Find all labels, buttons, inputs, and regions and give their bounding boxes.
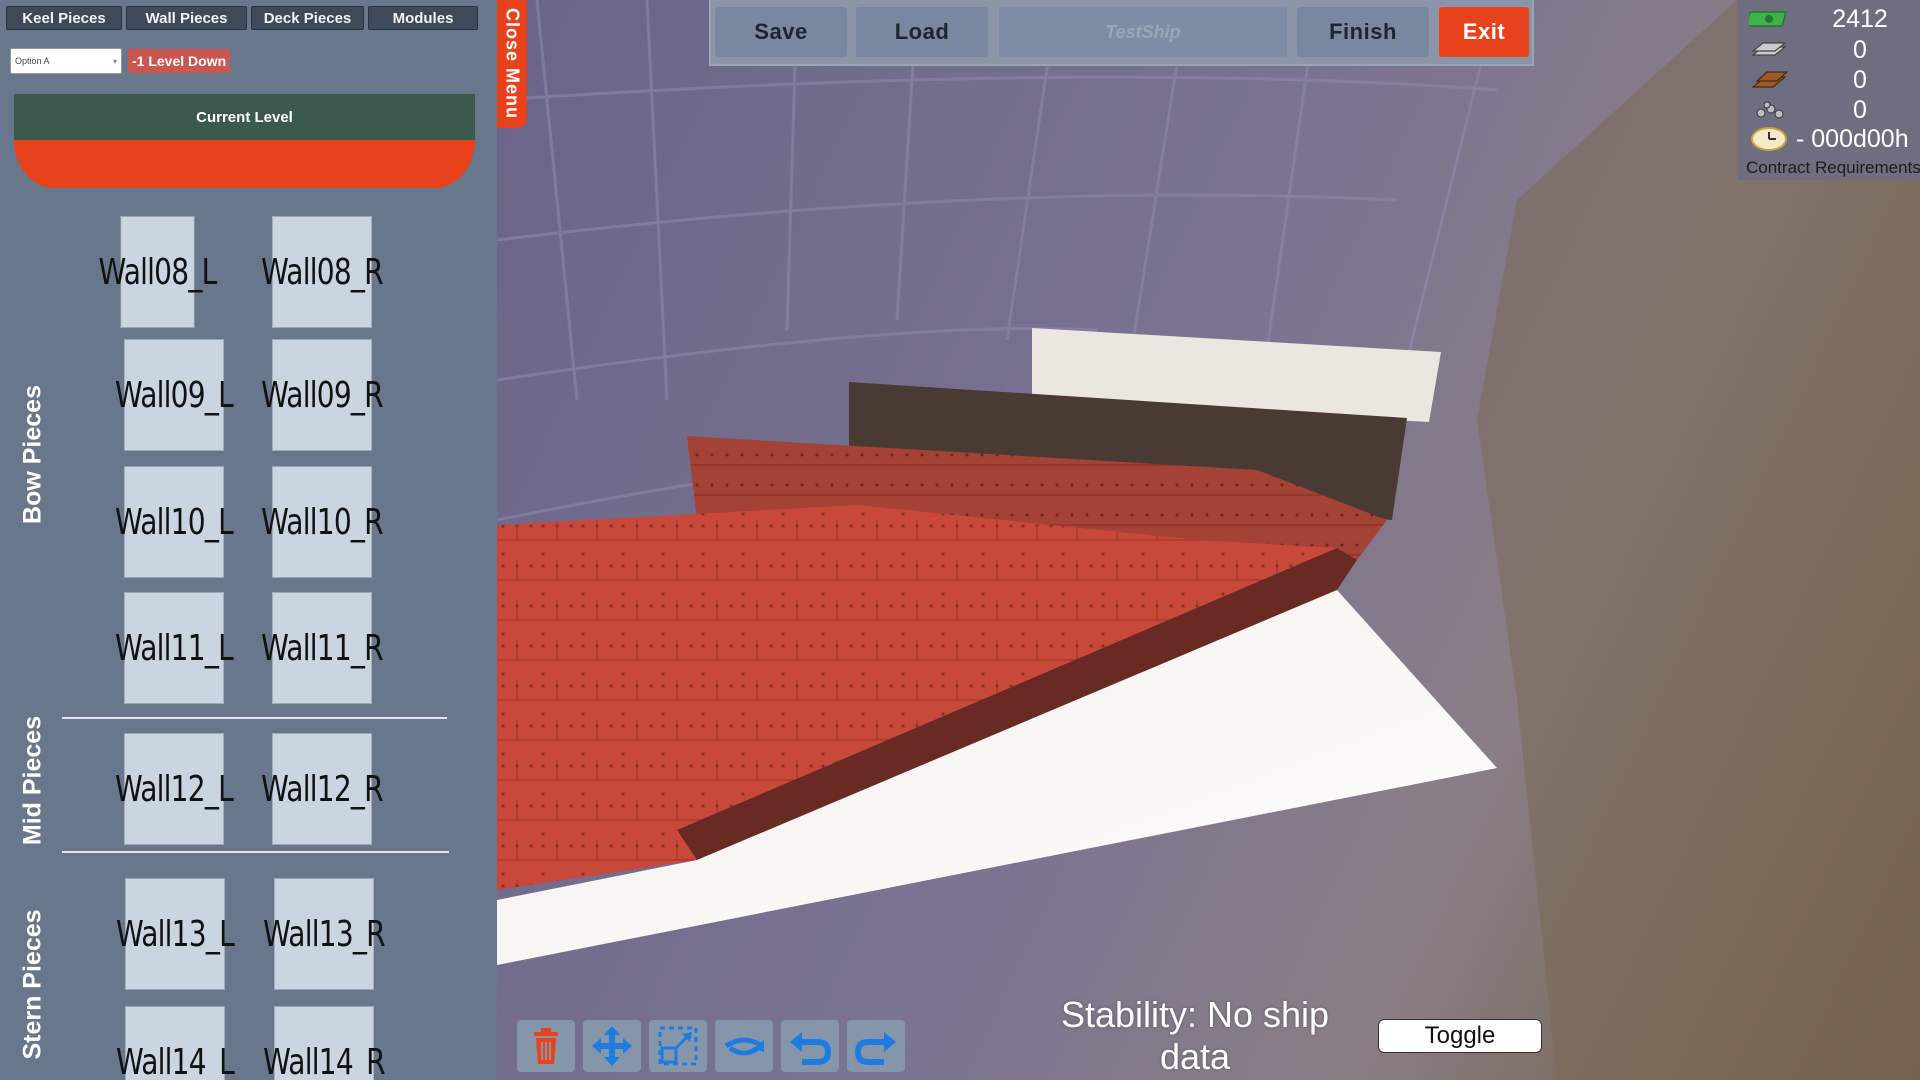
- piece-label: Wall11_R: [261, 627, 384, 669]
- toggle-button[interactable]: Toggle: [1378, 1019, 1542, 1053]
- money-icon: [1748, 7, 1790, 31]
- top-toolbar: Save Load TestShip Finish Exit: [709, 0, 1534, 66]
- resource-steel-plates: 0: [1738, 35, 1920, 65]
- piece-label: Wall09_L: [115, 374, 234, 416]
- move-icon: [592, 1026, 632, 1066]
- piece-button[interactable]: Wall12_L: [115, 733, 234, 845]
- close-menu-button[interactable]: Close Menu: [497, 0, 527, 128]
- piece-button[interactable]: Wall08_L: [99, 216, 217, 328]
- clock-icon: [1748, 127, 1790, 151]
- section-label-bow: Bow Pieces: [18, 385, 47, 524]
- save-button[interactable]: Save: [715, 7, 847, 57]
- rivets-icon: [1748, 98, 1790, 122]
- piece-label: Wall08_L: [98, 251, 218, 293]
- tab-modules[interactable]: Modules: [368, 6, 478, 30]
- piece-label: Wall12_R: [261, 768, 384, 810]
- ship-name-input[interactable]: TestShip: [999, 7, 1287, 57]
- piece-label: Wall11_L: [115, 627, 234, 669]
- undo-icon: [790, 1032, 832, 1065]
- stability-status: Stability: No ship data: [1060, 994, 1330, 1077]
- tab-deck-pieces[interactable]: Deck Pieces: [251, 6, 364, 30]
- move-tool-button[interactable]: [583, 1020, 641, 1072]
- resource-time: - 000d00h: [1738, 124, 1920, 154]
- redo-button[interactable]: [847, 1020, 905, 1072]
- level-select[interactable]: Option A ▾: [10, 48, 122, 74]
- rotate-icon: [724, 1037, 764, 1056]
- piece-label: Wall14_R: [263, 1041, 386, 1080]
- scale-tool-button[interactable]: [649, 1020, 707, 1072]
- wood-planks-icon: [1748, 68, 1790, 92]
- redo-icon: [854, 1032, 896, 1065]
- piece-button[interactable]: Wall10_L: [115, 466, 234, 578]
- rotate-tool-button[interactable]: [715, 1020, 773, 1072]
- piece-button[interactable]: Wall10_R: [261, 466, 384, 578]
- undo-button[interactable]: [781, 1020, 839, 1072]
- piece-label: Wall12_L: [115, 768, 234, 810]
- money-value: 2412: [1832, 4, 1888, 33]
- finish-button[interactable]: Finish: [1297, 7, 1429, 57]
- resources-panel: 2412 0 0 0 - 000d00h Contract Requiremen…: [1738, 0, 1920, 180]
- close-menu-label: Close Menu: [502, 8, 523, 120]
- piece-button[interactable]: Wall09_L: [115, 339, 234, 451]
- piece-category-tabs: Keel Pieces Wall Pieces Deck Pieces Modu…: [6, 6, 492, 30]
- level-select-value: Option A: [15, 56, 50, 66]
- piece-label: Wall13_R: [263, 913, 386, 955]
- tab-wall-pieces[interactable]: Wall Pieces: [126, 6, 247, 30]
- piece-label: Wall09_R: [261, 374, 384, 416]
- section-divider: [62, 717, 447, 719]
- chevron-down-icon: ▾: [112, 56, 117, 66]
- piece-button[interactable]: Wall14_L: [116, 1006, 235, 1080]
- section-label-stern: Stern Pieces: [18, 909, 47, 1060]
- level-controls: Option A ▾ -1 Level Down: [10, 48, 231, 74]
- steel-plates-value: 0: [1853, 35, 1867, 64]
- resource-money: 2412: [1738, 4, 1920, 34]
- current-level-header: Current Level: [14, 94, 475, 140]
- steel-plates-icon: [1748, 38, 1790, 62]
- current-level-indicator: [14, 140, 475, 188]
- delete-tool-button[interactable]: [517, 1020, 575, 1072]
- build-menu-panel: Keel Pieces Wall Pieces Deck Pieces Modu…: [0, 0, 497, 1080]
- time-value: - 000d00h: [1796, 124, 1909, 153]
- piece-label: Wall10_R: [261, 501, 384, 543]
- piece-label: Wall13_L: [116, 913, 235, 955]
- piece-button[interactable]: Wall13_L: [116, 878, 235, 990]
- scale-icon: [658, 1026, 698, 1066]
- viewport-scene: [497, 0, 1920, 1080]
- tab-keel-pieces[interactable]: Keel Pieces: [6, 6, 122, 30]
- contract-requirements-label[interactable]: Contract Requirements: [1746, 158, 1920, 178]
- resource-wood: 0: [1738, 65, 1920, 95]
- piece-button[interactable]: Wall11_L: [115, 592, 234, 704]
- section-label-mid: Mid Pieces: [18, 715, 47, 846]
- level-down-button[interactable]: -1 Level Down: [128, 49, 231, 73]
- piece-label: Wall10_L: [115, 501, 234, 543]
- piece-button[interactable]: Wall14_R: [263, 1006, 386, 1080]
- trash-icon: [534, 1028, 558, 1064]
- piece-button[interactable]: Wall13_R: [263, 878, 386, 990]
- piece-button[interactable]: Wall12_R: [261, 733, 384, 845]
- piece-button[interactable]: Wall11_R: [261, 592, 384, 704]
- exit-button[interactable]: Exit: [1439, 7, 1529, 57]
- resource-rivets: 0: [1738, 95, 1920, 125]
- piece-button[interactable]: Wall09_R: [261, 339, 384, 451]
- wood-value: 0: [1853, 65, 1867, 94]
- ship-build-viewport[interactable]: [497, 0, 1920, 1080]
- piece-label: Wall14_L: [116, 1041, 235, 1080]
- load-button[interactable]: Load: [856, 7, 988, 57]
- piece-label: Wall08_R: [261, 251, 384, 293]
- rivets-value: 0: [1853, 95, 1867, 124]
- piece-button[interactable]: Wall08_R: [261, 216, 384, 328]
- section-divider: [62, 851, 449, 853]
